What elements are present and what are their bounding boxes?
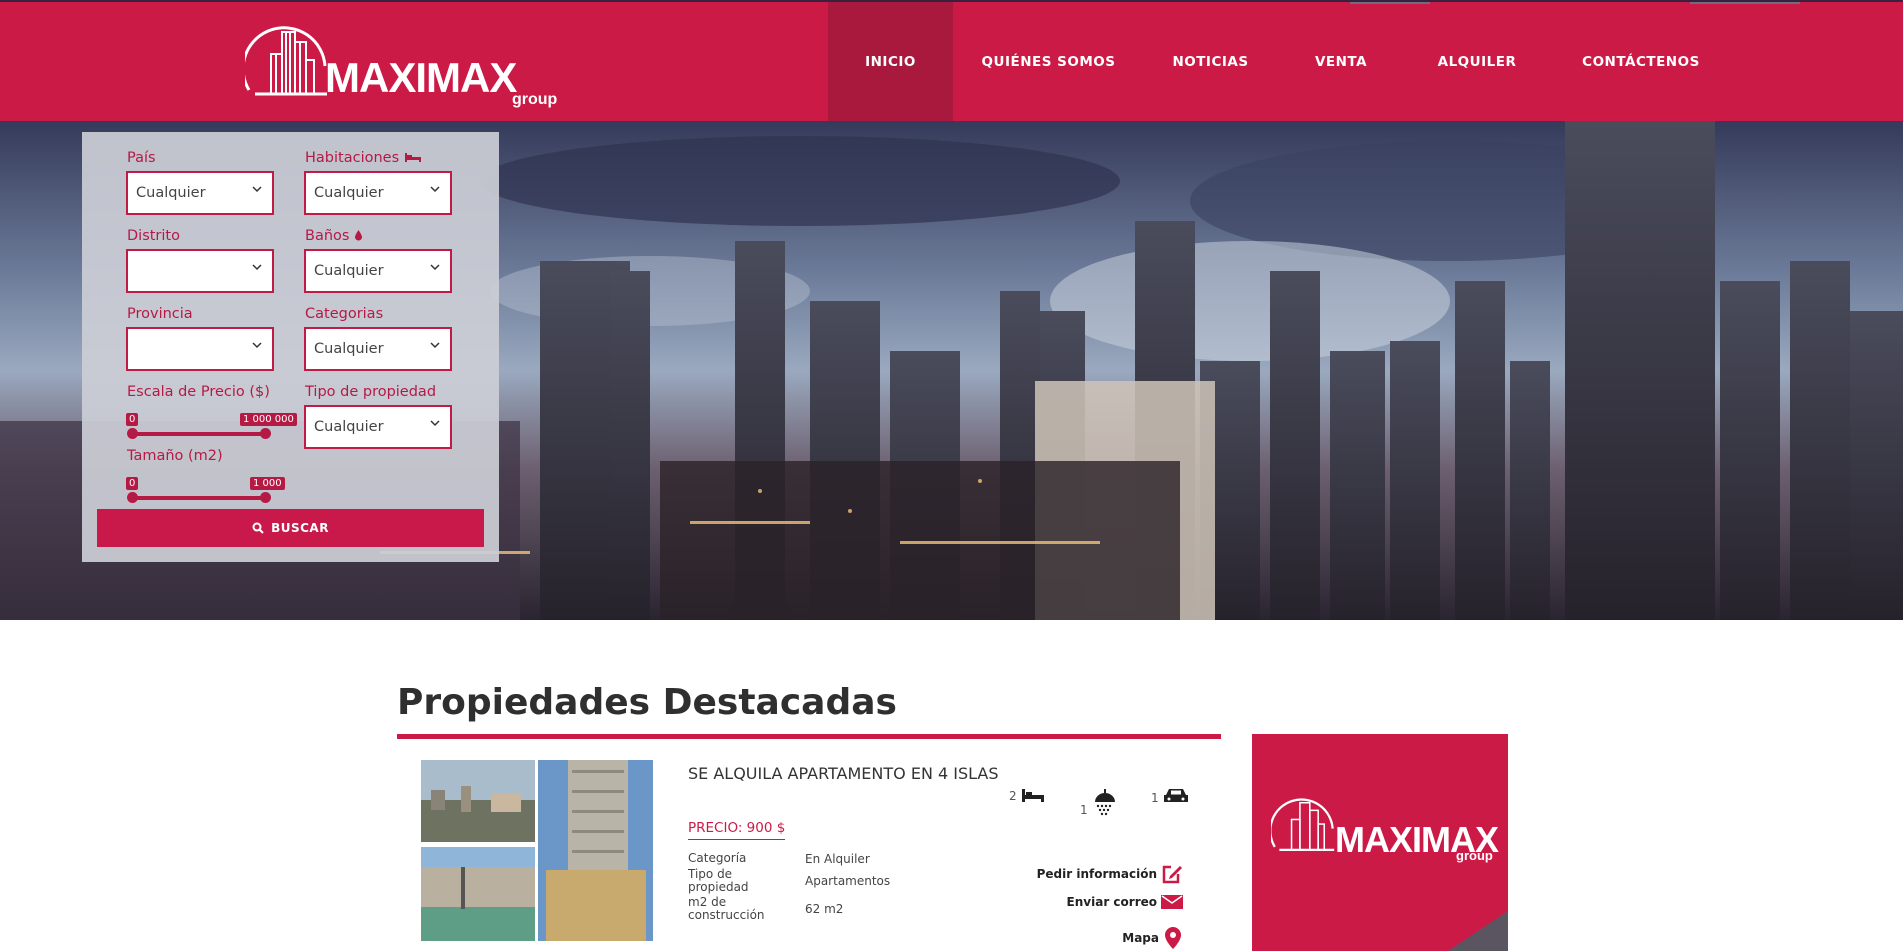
tipo-select[interactable]: Cualquier (304, 405, 452, 449)
bed-icon (404, 153, 421, 162)
brand-ad[interactable]: MAXIMAX group (1252, 734, 1508, 951)
tamano-min-tag: 0 (126, 477, 139, 490)
habitaciones-select[interactable]: Cualquier (304, 171, 452, 215)
chevron-down-icon (430, 264, 440, 271)
spec-key: Categoría (688, 851, 747, 865)
baths-info: 1 (1080, 787, 1118, 817)
spec-key: Tipo de propiedad (688, 867, 749, 894)
property-photo[interactable] (421, 847, 535, 941)
photo-city-view (421, 760, 535, 842)
request-info-link[interactable]: Pedir información (1037, 864, 1183, 884)
brand-sub: group (512, 91, 558, 108)
habitaciones-label: Habitaciones (305, 150, 422, 166)
property-price: PRECIO: 900 $ (688, 820, 786, 840)
banos-label: Baños (305, 228, 363, 244)
main-nav: INICIO QUIÉNES SOMOS NOTICIAS VENTA ALQU… (828, 2, 1733, 121)
banos-value: Cualquier (314, 263, 384, 279)
categorias-select[interactable]: Cualquier (304, 327, 452, 371)
site-header: MAXIMAX group INICIO QUIÉNES SOMOS NOTIC… (0, 0, 1903, 121)
edit-icon (1162, 865, 1182, 884)
baths-count: 1 (1080, 803, 1088, 817)
precio-min-handle[interactable] (127, 428, 138, 439)
nav-venta[interactable]: VENTA (1277, 2, 1405, 121)
send-email-link[interactable]: Enviar correo (1067, 895, 1183, 909)
precio-min-tag: 0 (126, 413, 139, 426)
tamano-min-handle[interactable] (127, 492, 138, 503)
spec-key: m2 de construcción (688, 895, 765, 922)
map-pin-icon (1165, 927, 1181, 949)
title-divider (397, 734, 1221, 739)
envelope-icon (1161, 895, 1183, 909)
chevron-down-icon (252, 264, 262, 271)
nav-noticias[interactable]: NOTICIAS (1144, 2, 1277, 121)
tamano-slider[interactable]: 0 1 000 (126, 466, 285, 506)
pais-select[interactable]: Cualquier (126, 171, 274, 215)
spec-value: En Alquiler (805, 852, 870, 866)
beds-info: 2 (1009, 787, 1045, 803)
chevron-down-icon (430, 186, 440, 193)
precio-max-tag: 1 000 000 (240, 413, 297, 426)
pais-label: País (127, 150, 156, 166)
tipo-value: Cualquier (314, 419, 384, 435)
tamano-max-tag: 1 000 (250, 477, 285, 490)
precio-track (132, 432, 266, 436)
parking-count: 1 (1151, 791, 1159, 805)
car-icon (1163, 789, 1188, 802)
tamano-max-handle[interactable] (260, 492, 271, 503)
provincia-select[interactable] (126, 327, 274, 371)
property-photo[interactable] (538, 760, 653, 941)
precio-max-handle[interactable] (260, 428, 271, 439)
corner-photo (1448, 911, 1508, 951)
site-logo[interactable]: MAXIMAX group (245, 10, 557, 110)
chevron-down-icon (252, 186, 262, 193)
page: MAXIMAX group INICIO QUIÉNES SOMOS NOTIC… (0, 0, 1903, 951)
send-email-label: Enviar correo (1066, 895, 1157, 909)
pais-value: Cualquier (136, 185, 206, 201)
banos-select[interactable]: Cualquier (304, 249, 452, 293)
ad-brand-sub: group (1456, 848, 1493, 863)
chevron-down-icon (430, 420, 440, 427)
property-photo[interactable] (421, 760, 535, 842)
distrito-label: Distrito (127, 228, 180, 244)
chevron-down-icon (252, 342, 262, 349)
chevron-down-icon (430, 342, 440, 349)
search-button-label: BUSCAR (271, 521, 329, 535)
parking-info: 1 (1151, 787, 1189, 805)
bed-icon (1021, 789, 1044, 802)
brand-name: MAXIMAX (325, 54, 517, 101)
categorias-value: Cualquier (314, 341, 384, 357)
nav-quienes-somos[interactable]: QUIÉNES SOMOS (953, 2, 1144, 121)
precio-label: Escala de Precio ($) (127, 384, 270, 400)
search-icon (252, 522, 264, 534)
spec-value: 62 m2 (805, 902, 844, 916)
photo-tower (538, 760, 653, 941)
map-label: Mapa (1122, 931, 1159, 945)
section-title: Propiedades Destacadas (397, 682, 897, 723)
nav-alquiler[interactable]: ALQUILER (1405, 2, 1549, 121)
shower-icon (1094, 789, 1115, 816)
nav-contactenos[interactable]: CONTÁCTENOS (1549, 2, 1733, 121)
habitaciones-value: Cualquier (314, 185, 384, 201)
tamano-track (132, 496, 266, 500)
spec-value: Apartamentos (805, 874, 891, 888)
distrito-select[interactable] (126, 249, 274, 293)
building-logo-icon (1271, 798, 1335, 852)
nav-inicio[interactable]: INICIO (828, 2, 953, 121)
property-title[interactable]: SE ALQUILA APARTAMENTO EN 4 ISLAS (688, 764, 999, 783)
photo-court (421, 847, 535, 941)
drop-icon (355, 230, 363, 241)
map-link[interactable]: Mapa (1122, 926, 1183, 950)
building-logo-icon (245, 26, 327, 96)
precio-slider[interactable]: 0 1 000 000 (126, 402, 297, 442)
tamano-label: Tamaño (m2) (127, 448, 223, 464)
tipo-label: Tipo de propiedad (305, 384, 437, 400)
search-button[interactable]: BUSCAR (97, 509, 484, 547)
categorias-label: Categorias (305, 306, 384, 322)
provincia-label: Provincia (127, 306, 193, 322)
request-info-label: Pedir información (1036, 867, 1157, 881)
beds-count: 2 (1009, 789, 1017, 803)
search-panel: País Cualquier Habitaciones Cualquier Di… (82, 132, 499, 562)
